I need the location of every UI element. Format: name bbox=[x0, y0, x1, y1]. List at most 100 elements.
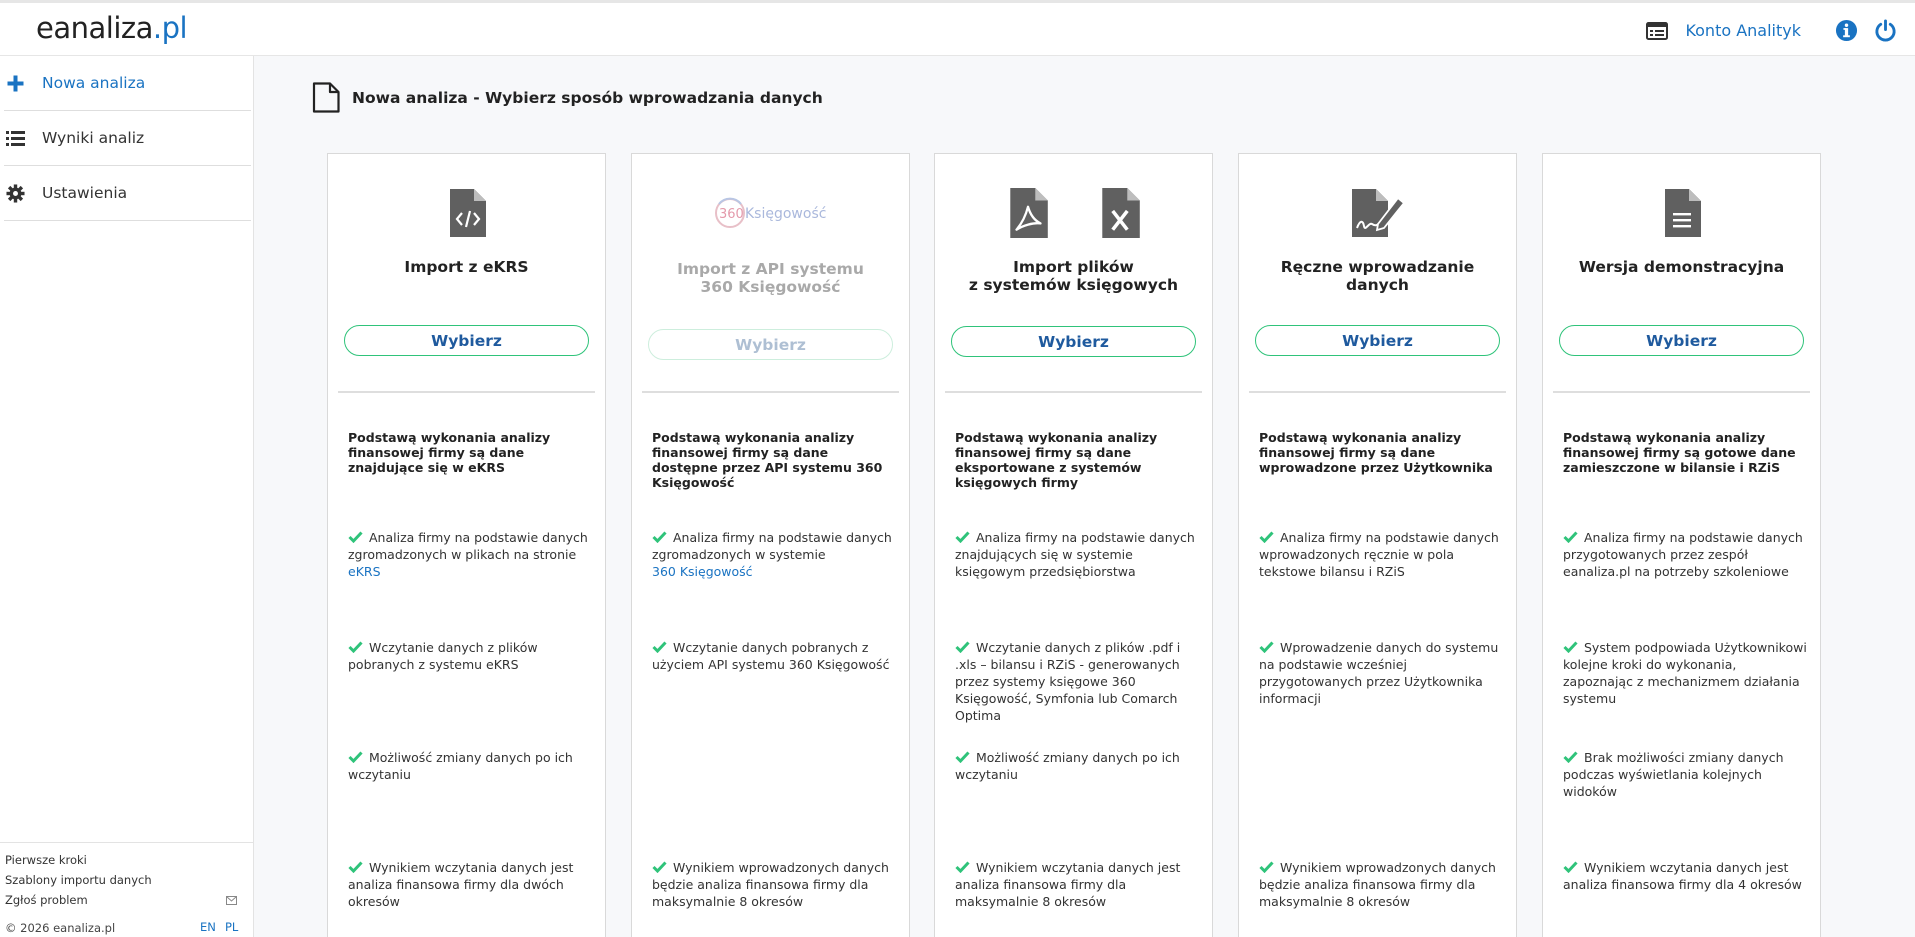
card-title-line: Wersja demonstracyjna bbox=[1578, 258, 1785, 276]
power-icon[interactable] bbox=[1874, 19, 1897, 42]
logo-text-main: eanaliza bbox=[36, 11, 153, 45]
card-title: Import z API systemu 360 Księgowość bbox=[640, 260, 901, 296]
account-list-icon[interactable] bbox=[1646, 21, 1669, 40]
check-icon bbox=[1563, 641, 1578, 653]
feature-item: Wczytanie danych pobranych z użyciem API… bbox=[652, 639, 899, 673]
check-icon bbox=[955, 641, 970, 653]
card-title-line: Import z API systemu bbox=[677, 260, 864, 278]
card-title-line: Import plików bbox=[1013, 258, 1134, 276]
copyright: © 2026 eanaliza.pl bbox=[5, 921, 116, 935]
feature-item: Analiza firmy na podstawie danych przygo… bbox=[1563, 529, 1810, 580]
feature-item: Wczytanie danych z plików .pdf i .xls – … bbox=[955, 639, 1202, 724]
link-first-steps[interactable]: Pierwsze kroki bbox=[5, 850, 250, 870]
check-icon bbox=[1563, 751, 1578, 763]
feature-item: Wynikiem wprowadzonych danych będzie ana… bbox=[1259, 859, 1506, 910]
feature-item: Wynikiem wczytania danych jest analiza f… bbox=[955, 859, 1202, 910]
import-option-card-api-360: 360 Księgowość Import z API systemu 360 … bbox=[631, 153, 910, 937]
card-icon-area: 360 Księgowość bbox=[632, 187, 909, 239]
card-title: Import plików z systemów księgowych bbox=[943, 258, 1204, 294]
feature-item: Możliwość zmiany danych po ich wczytaniu bbox=[955, 749, 1202, 783]
ksiegowosc-360-logo: 360 Księgowość bbox=[714, 197, 826, 228]
info-icon[interactable] bbox=[1835, 19, 1858, 42]
card-basis-text: Podstawą wykonania analizy finansowej fi… bbox=[955, 430, 1158, 490]
ekrs-link[interactable]: eKRS bbox=[348, 564, 381, 579]
feature-item: Analiza firmy na podstawie danych zgroma… bbox=[652, 529, 899, 580]
card-title-line: 360 Księgowość bbox=[700, 278, 841, 296]
feature-item: Wynikiem wprowadzonych danych będzie ana… bbox=[652, 859, 899, 910]
feature-text: Wczytanie danych z plików pobranych z sy… bbox=[348, 640, 538, 672]
lang-en[interactable]: EN bbox=[200, 920, 216, 934]
top-bar: eanaliza.pl Konto Analityk bbox=[0, 0, 1915, 56]
gear-icon bbox=[6, 184, 25, 203]
check-icon bbox=[1563, 861, 1578, 873]
feature-text: Wprowadzenie danych do systemu na podsta… bbox=[1259, 640, 1499, 706]
feature-text: Możliwość zmiany danych po ich wczytaniu bbox=[955, 750, 1180, 782]
sidebar-item-label: Ustawienia bbox=[42, 184, 128, 202]
feature-text: Wynikiem wczytania danych jest analiza f… bbox=[348, 860, 574, 909]
feature-text: Analiza firmy na podstawie danych znajdu… bbox=[955, 530, 1195, 579]
select-button[interactable]: Wybierz bbox=[648, 329, 893, 360]
sidebar-footer-links: Pierwsze kroki Szablony importu danych Z… bbox=[0, 842, 254, 910]
feature-text: Analiza firmy na podstawie danych przygo… bbox=[1563, 530, 1803, 579]
select-button[interactable]: Wybierz bbox=[1255, 325, 1500, 356]
text-file-icon bbox=[1664, 189, 1701, 237]
feature-item: Wprowadzenie danych do systemu na podsta… bbox=[1259, 639, 1506, 707]
ksiegowosc-360-link[interactable]: 360 Księgowość bbox=[652, 564, 753, 579]
link-import-templates[interactable]: Szablony importu danych bbox=[5, 870, 250, 890]
top-right-controls: Konto Analityk bbox=[1646, 19, 1897, 42]
feature-item: Możliwość zmiany danych po ich wczytaniu bbox=[348, 749, 595, 783]
card-icon-area bbox=[328, 187, 605, 239]
check-icon bbox=[348, 531, 363, 543]
check-icon bbox=[1259, 531, 1274, 543]
card-basis-text: Podstawą wykonania analizy finansowej fi… bbox=[1259, 430, 1493, 475]
import-option-card-manual-entry: Ręczne wprowadzanie danych Wybierz Podst… bbox=[1238, 153, 1517, 937]
select-button[interactable]: Wybierz bbox=[951, 326, 1196, 357]
logo-360-text: 360 bbox=[719, 207, 744, 222]
logo[interactable]: eanaliza.pl bbox=[36, 11, 188, 45]
feature-item: System podpowiada Użytkownikowi kolejne … bbox=[1563, 639, 1810, 707]
sidebar-item-label: Wyniki analiz bbox=[42, 129, 145, 147]
signature-file-icon bbox=[1351, 189, 1405, 237]
check-icon bbox=[652, 641, 667, 653]
lang-pl[interactable]: PL bbox=[225, 920, 238, 934]
envelope-icon[interactable] bbox=[226, 896, 237, 905]
check-icon bbox=[652, 861, 667, 873]
feature-item: Wczytanie danych z plików pobranych z sy… bbox=[348, 639, 595, 673]
check-icon bbox=[348, 751, 363, 763]
select-button[interactable]: Wybierz bbox=[1559, 325, 1804, 356]
sidebar-item-settings[interactable]: Ustawienia bbox=[4, 166, 251, 221]
card-basis-text: Podstawą wykonania analizy finansowej fi… bbox=[652, 430, 883, 490]
card-title: Ręczne wprowadzanie danych bbox=[1247, 258, 1508, 294]
document-icon bbox=[312, 82, 340, 113]
card-title-line: z systemów księgowych bbox=[968, 276, 1179, 294]
logo-brand-text: Księgowość bbox=[745, 206, 826, 222]
select-button[interactable]: Wybierz bbox=[344, 325, 589, 356]
sidebar-item-results[interactable]: Wyniki analiz bbox=[4, 111, 251, 166]
import-option-card-ekrs: Import z eKRS Wybierz Podstawą wykonania… bbox=[327, 153, 606, 937]
sidebar-item-label: Nowa analiza bbox=[42, 74, 146, 92]
card-title: Import z eKRS bbox=[336, 258, 597, 276]
card-title: Wersja demonstracyjna bbox=[1551, 258, 1812, 276]
feature-text: Wynikiem wprowadzonych danych będzie ana… bbox=[652, 860, 889, 909]
check-icon bbox=[1563, 531, 1578, 543]
sidebar: Nowa analiza Wyniki analiz Ustawienia Pi… bbox=[0, 56, 254, 937]
account-link[interactable]: Konto Analityk bbox=[1685, 21, 1801, 40]
feature-text: Analiza firmy na podstawie danych zgroma… bbox=[348, 530, 588, 562]
import-option-card-demo: Wersja demonstracyjna Wybierz Podstawą w… bbox=[1542, 153, 1821, 937]
check-icon bbox=[1259, 861, 1274, 873]
check-icon bbox=[955, 531, 970, 543]
feature-text: Wczytanie danych z plików .pdf i .xls – … bbox=[955, 640, 1181, 723]
divider bbox=[642, 391, 899, 393]
code-file-icon bbox=[449, 189, 486, 237]
feature-item: Analiza firmy na podstawie danych znajdu… bbox=[955, 529, 1202, 580]
feature-item: Brak możliwości zmiany danych podczas wy… bbox=[1563, 749, 1810, 800]
check-icon bbox=[652, 531, 667, 543]
card-basis-text: Podstawą wykonania analizy finansowej fi… bbox=[348, 430, 551, 475]
logo-text-domain: .pl bbox=[152, 11, 188, 45]
check-icon bbox=[348, 641, 363, 653]
sidebar-item-new-analysis[interactable]: Nowa analiza bbox=[4, 56, 251, 111]
list-icon bbox=[6, 131, 25, 146]
feature-text: System podpowiada Użytkownikowi kolejne … bbox=[1563, 640, 1807, 706]
feature-text: Możliwość zmiany danych po ich wczytaniu bbox=[348, 750, 573, 782]
link-report-problem[interactable]: Zgłoś problem bbox=[5, 890, 250, 910]
